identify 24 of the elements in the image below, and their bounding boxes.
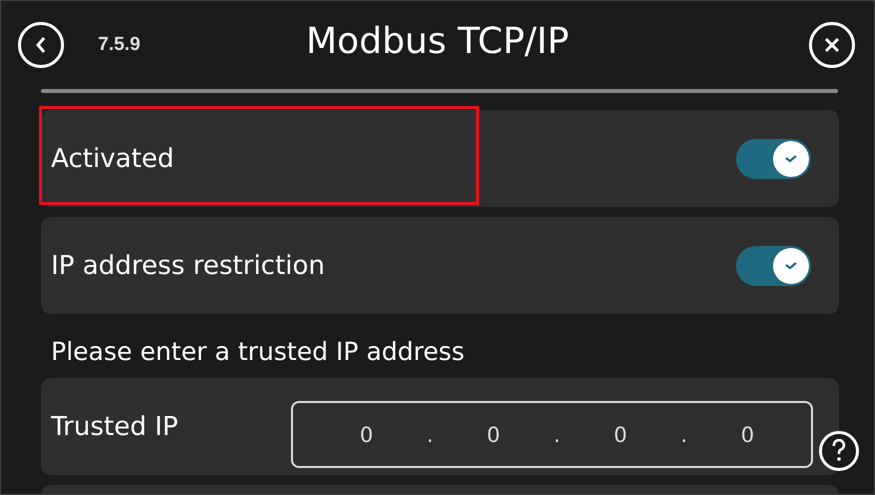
- check-icon: [783, 152, 799, 164]
- separator-dot: .: [426, 422, 434, 446]
- hint-text: Please enter a trusted IP address: [51, 337, 466, 366]
- close-icon: [823, 36, 841, 54]
- separator-dot: .: [554, 422, 560, 446]
- separator-dot: .: [680, 422, 688, 446]
- ip-octet: 0: [740, 422, 754, 446]
- check-icon: [783, 260, 799, 272]
- setting-label: Activated: [51, 144, 176, 174]
- ip-octet: 0: [614, 422, 628, 446]
- setting-label: IP address restriction: [51, 250, 326, 280]
- version-number: 7.5.9: [98, 34, 140, 56]
- back-button[interactable]: [18, 22, 64, 68]
- help-button[interactable]: [819, 431, 859, 471]
- ip-address-field[interactable]: 0 . 0 . 0 . 0: [291, 401, 813, 468]
- toggle-switch[interactable]: [736, 246, 811, 286]
- ip-octet: 0: [486, 422, 500, 446]
- close-button[interactable]: [809, 22, 855, 68]
- chevron-left-icon: [34, 35, 48, 55]
- ip-octet: 0: [360, 422, 374, 446]
- help-icon: [831, 439, 847, 463]
- page-title: Modbus TCP/IP: [306, 21, 569, 62]
- toggle-switch[interactable]: [736, 138, 811, 178]
- setting-label: Trusted IP: [51, 412, 180, 442]
